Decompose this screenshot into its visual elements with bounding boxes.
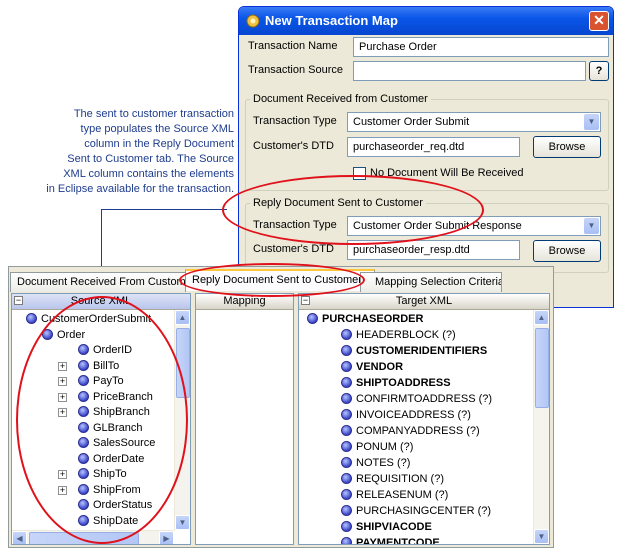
element-node-icon xyxy=(341,377,352,388)
highlight-reply-tab xyxy=(179,263,365,297)
element-node-icon xyxy=(341,409,352,420)
target-xml-header: − Target XML xyxy=(299,294,549,310)
target-tree-item-label: PURCHASEORDER xyxy=(322,313,424,325)
target-tree-item[interactable]: COMPANYADDRESS (?) xyxy=(341,423,480,439)
document-received-group-title: Document Received from Customer xyxy=(250,93,431,105)
collapse-icon[interactable]: − xyxy=(301,296,310,305)
transaction-name-field[interactable]: Purchase Order xyxy=(353,37,609,57)
reply-dtd-label: Customer's DTD xyxy=(253,243,334,255)
annotation-leader-vertical xyxy=(101,209,102,271)
annotation-leader-horizontal xyxy=(101,209,227,210)
close-button[interactable]: ✕ xyxy=(589,11,609,31)
annotation-line: Sent to Customer tab. The Source xyxy=(67,153,234,165)
element-node-icon xyxy=(341,473,352,484)
received-transaction-type-select[interactable]: Customer Order Submit ▼ xyxy=(347,112,601,132)
received-dtd-label: Customer's DTD xyxy=(253,140,334,152)
target-tree-item[interactable]: REQUISITION (?) xyxy=(341,471,444,487)
tab-mapping-selection[interactable]: Mapping Selection Criteria xyxy=(360,272,502,292)
target-tree-item[interactable]: PURCHASEORDER xyxy=(307,311,423,327)
element-node-icon xyxy=(341,441,352,452)
target-tree-item[interactable]: PAYMENTCODE xyxy=(341,535,440,545)
target-tree-item[interactable]: SHIPTOADDRESS xyxy=(341,375,451,391)
scroll-left-icon[interactable]: ◀ xyxy=(12,531,27,544)
element-node-icon xyxy=(341,521,352,532)
element-node-icon xyxy=(341,393,352,404)
target-tree-item-label: SHIPTOADDRESS xyxy=(356,377,451,389)
scroll-down-icon[interactable]: ▼ xyxy=(534,529,549,544)
target-tree-item-label: CUSTOMERIDENTIFIERS xyxy=(356,345,488,357)
element-node-icon xyxy=(26,313,37,324)
annotation-line: in Eclipse available for the transaction… xyxy=(46,183,234,195)
annotation-line: XML column contains the elements xyxy=(63,168,234,180)
target-tree-item[interactable]: VENDOR xyxy=(341,359,403,375)
chevron-down-icon[interactable]: ▼ xyxy=(584,114,599,130)
target-tree-item-label: REQUISITION (?) xyxy=(356,473,445,485)
annotation-line: type populates the Source XML xyxy=(80,123,234,135)
target-tree-item-label: NOTES (?) xyxy=(356,457,411,469)
target-tree-item-label: INVOICEADDRESS (?) xyxy=(356,409,471,421)
element-node-icon xyxy=(341,361,352,372)
scroll-up-icon[interactable]: ▲ xyxy=(175,310,190,325)
transaction-source-field[interactable] xyxy=(353,61,586,81)
transaction-name-label: Transaction Name xyxy=(248,40,338,52)
element-node-icon xyxy=(341,505,352,516)
target-tree-item-label: RELEASENUM (?) xyxy=(356,489,449,501)
received-browse-button[interactable]: Browse xyxy=(533,136,601,158)
target-tree-item-label: VENDOR xyxy=(356,361,404,373)
element-node-icon xyxy=(341,457,352,468)
target-xml-column: − Target XML PURCHASEORDER HEADERBLOCK (?… xyxy=(298,293,550,545)
target-tree-item[interactable]: CUSTOMERIDENTIFIERS xyxy=(341,343,487,359)
transaction-map-icon xyxy=(246,14,260,28)
dialog-titlebar[interactable]: New Transaction Map ✕ xyxy=(239,7,613,35)
target-tree-item-label: COMPANYADDRESS (?) xyxy=(356,425,480,437)
scroll-thumb[interactable] xyxy=(535,328,549,408)
target-tree-item-label: SHIPVIACODE xyxy=(356,521,432,533)
highlight-source-column xyxy=(16,296,188,544)
target-tree-item[interactable]: HEADERBLOCK (?) xyxy=(341,327,456,343)
element-node-icon xyxy=(341,489,352,500)
collapse-icon[interactable]: − xyxy=(14,296,23,305)
target-tree-item[interactable]: CONFIRMTOADDRESS (?) xyxy=(341,391,492,407)
received-transaction-type-label: Transaction Type xyxy=(253,115,337,127)
target-tree-item-label: PONUM (?) xyxy=(356,441,414,453)
mapping-column: Mapping xyxy=(195,293,294,545)
target-vertical-scrollbar[interactable]: ▲ ▼ xyxy=(533,310,549,544)
transaction-source-label: Transaction Source xyxy=(248,64,343,76)
target-tree-item[interactable]: NOTES (?) xyxy=(341,455,410,471)
element-node-icon xyxy=(307,313,318,324)
target-tree-item[interactable]: PONUM (?) xyxy=(341,439,413,455)
annotation-line: column in the Reply Document xyxy=(84,138,234,150)
target-xml-header-label: Target XML xyxy=(395,295,453,307)
target-tree-item-label: PAYMENTCODE xyxy=(356,537,440,545)
dialog-title: New Transaction Map xyxy=(265,13,398,28)
target-tree-item-label: PURCHASINGCENTER (?) xyxy=(356,505,492,517)
annotation-line: The sent to customer transaction xyxy=(73,108,234,120)
scroll-up-icon[interactable]: ▲ xyxy=(534,310,549,325)
received-dtd-field[interactable]: purchaseorder_req.dtd xyxy=(347,137,520,157)
target-tree-item[interactable]: SHIPVIACODE xyxy=(341,519,432,535)
highlight-reply-group xyxy=(222,175,484,245)
element-node-icon xyxy=(341,329,352,340)
reply-browse-button[interactable]: Browse xyxy=(533,240,601,262)
tab-document-received[interactable]: Document Received From Customer xyxy=(10,272,186,292)
help-button[interactable]: ? xyxy=(589,61,609,81)
target-tree-item-label: CONFIRMTOADDRESS (?) xyxy=(356,393,493,405)
received-transaction-type-value: Customer Order Submit xyxy=(353,116,470,128)
element-node-icon xyxy=(341,425,352,436)
target-tree-item[interactable]: RELEASENUM (?) xyxy=(341,487,448,503)
element-node-icon xyxy=(341,345,352,356)
target-tree-item[interactable]: PURCHASINGCENTER (?) xyxy=(341,503,491,519)
chevron-down-icon[interactable]: ▼ xyxy=(584,218,599,234)
target-tree-item-label: HEADERBLOCK (?) xyxy=(356,329,456,341)
scroll-down-icon[interactable]: ▼ xyxy=(175,515,190,530)
annotation-text: The sent to customer transaction type po… xyxy=(40,107,234,197)
scroll-right-icon[interactable]: ▶ xyxy=(159,531,174,544)
element-node-icon xyxy=(341,537,352,544)
target-tree-item[interactable]: INVOICEADDRESS (?) xyxy=(341,407,471,423)
